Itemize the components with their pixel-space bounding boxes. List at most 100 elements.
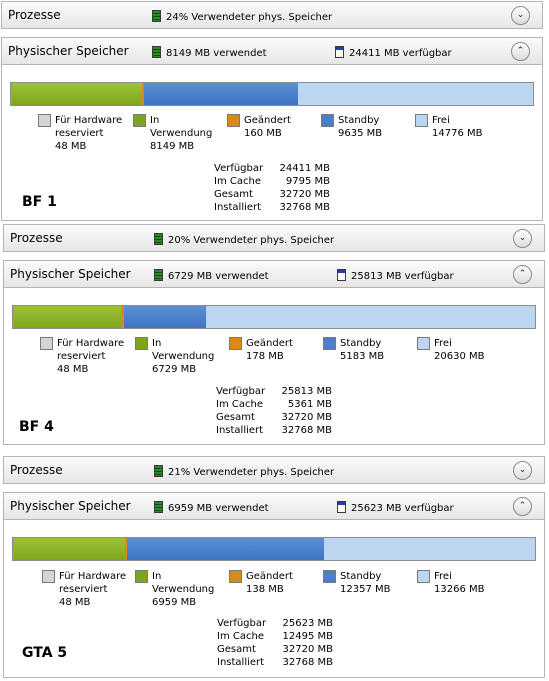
stat-total: Gesamt 32720 MB bbox=[216, 411, 332, 424]
processes-title: Prozesse bbox=[10, 463, 63, 477]
memory-used-icon bbox=[154, 269, 163, 281]
game-label: BF 4 bbox=[19, 419, 54, 435]
memory-usage-bar bbox=[10, 82, 534, 106]
stat-value: 25623 MB bbox=[282, 618, 333, 629]
legend-value-in-use: 8149 MB bbox=[150, 141, 195, 152]
memory-available: 25813 MB verfügbar bbox=[337, 269, 454, 282]
processes-summary: 24% Verwendeter phys. Speicher bbox=[152, 10, 332, 23]
legend-swatch-modified bbox=[227, 114, 240, 127]
memory-used-icon bbox=[154, 465, 163, 477]
memory-panel: Für Hardware reserviert 48 MB In Verwend… bbox=[1, 65, 543, 221]
legend-swatch-in-use bbox=[135, 570, 148, 583]
stat-installed: Installiert 32768 MB bbox=[217, 656, 333, 669]
legend-label-reserved: Für Hardware reserviert bbox=[59, 571, 127, 595]
legend-label-modified: Geändert bbox=[246, 571, 293, 582]
memory-used: 8149 MB verwendet bbox=[152, 46, 267, 59]
legend-swatch-free bbox=[415, 114, 428, 127]
legend-label-standby: Standby bbox=[340, 338, 382, 349]
legend-label-modified: Geändert bbox=[244, 115, 291, 126]
memory-stats: Verfügbar 25813 MB Im Cache 5361 MB Gesamt… bbox=[216, 385, 332, 437]
memory-stats: Verfügbar 24411 MB Im Cache 9795 MB Gesamt… bbox=[214, 162, 330, 214]
memory-available-text: 25813 MB verfügbar bbox=[351, 271, 454, 282]
memory-header[interactable]: Physischer Speicher 6959 MB verwendet 25… bbox=[3, 492, 545, 520]
legend-value-free: 14776 MB bbox=[432, 128, 483, 139]
legend-label-in-use: In Verwendung bbox=[152, 338, 215, 362]
memory-available-text: 24411 MB verfügbar bbox=[349, 48, 452, 59]
stat-key: Installiert bbox=[216, 425, 264, 436]
memory-header[interactable]: Physischer Speicher 6729 MB verwendet 25… bbox=[3, 260, 545, 288]
chevron-down-icon[interactable]: ⌄ bbox=[513, 461, 532, 480]
legend-swatch-modified bbox=[229, 570, 242, 583]
stat-key: Im Cache bbox=[216, 399, 263, 410]
legend-value-modified: 178 MB bbox=[246, 351, 284, 362]
chevron-up-icon[interactable]: ⌃ bbox=[513, 497, 532, 516]
chevron-down-icon[interactable]: ⌄ bbox=[511, 6, 530, 25]
stat-key: Verfügbar bbox=[217, 618, 267, 629]
bar-segment-standby bbox=[123, 306, 207, 328]
legend-value-modified: 160 MB bbox=[244, 128, 282, 139]
stat-key: Verfügbar bbox=[216, 386, 266, 397]
memory-available-icon bbox=[335, 46, 344, 58]
memory-available: 24411 MB verfügbar bbox=[335, 46, 452, 59]
legend-label-in-use: In Verwendung bbox=[152, 571, 215, 595]
processes-header[interactable]: Prozesse 20% Verwendeter phys. Speicher … bbox=[3, 224, 545, 252]
legend-value-standby: 9635 MB bbox=[338, 128, 383, 139]
legend-swatch-standby bbox=[323, 337, 336, 350]
memory-used-text: 6959 MB verwendet bbox=[168, 503, 269, 514]
legend-swatch-free bbox=[417, 337, 430, 350]
memory-used-icon bbox=[154, 501, 163, 513]
bar-segment-standby bbox=[144, 83, 298, 105]
memory-used: 6959 MB verwendet bbox=[154, 501, 269, 514]
chevron-up-icon[interactable]: ⌃ bbox=[511, 42, 530, 61]
processes-summary-text: 24% Verwendeter phys. Speicher bbox=[166, 12, 333, 23]
processes-header[interactable]: Prozesse 24% Verwendeter phys. Speicher … bbox=[1, 1, 543, 29]
stat-cached: Im Cache 9795 MB bbox=[214, 175, 330, 188]
memory-panel: Für Hardware reserviert 48 MB In Verwend… bbox=[3, 288, 545, 445]
stat-cached: Im Cache 5361 MB bbox=[216, 398, 332, 411]
stat-key: Verfügbar bbox=[214, 163, 264, 174]
legend-label-in-use: In Verwendung bbox=[150, 115, 213, 139]
legend-value-free: 20630 MB bbox=[434, 351, 485, 362]
memory-title: Physischer Speicher bbox=[8, 44, 129, 58]
chevron-down-icon[interactable]: ⌄ bbox=[513, 229, 532, 248]
stat-value: 32768 MB bbox=[281, 425, 332, 436]
memory-used-icon bbox=[152, 46, 161, 58]
legend-value-free: 13266 MB bbox=[434, 584, 485, 595]
legend-swatch-free bbox=[417, 570, 430, 583]
legend-value-reserved: 48 MB bbox=[59, 597, 91, 608]
stat-total: Gesamt 32720 MB bbox=[214, 188, 330, 201]
memory-usage-bar bbox=[12, 537, 536, 561]
stat-cached: Im Cache 12495 MB bbox=[217, 630, 333, 643]
memory-title: Physischer Speicher bbox=[10, 499, 131, 513]
legend-value-standby: 12357 MB bbox=[340, 584, 391, 595]
memory-usage-bar bbox=[12, 305, 536, 329]
stat-value: 32720 MB bbox=[282, 644, 333, 655]
processes-title: Prozesse bbox=[8, 8, 61, 22]
legend-swatch-reserved bbox=[40, 337, 53, 350]
chevron-up-icon[interactable]: ⌃ bbox=[513, 265, 532, 284]
memory-available-icon bbox=[337, 501, 346, 513]
bar-segment-in-use bbox=[11, 83, 142, 105]
legend-label-free: Frei bbox=[434, 571, 452, 582]
memory-used-text: 8149 MB verwendet bbox=[166, 48, 267, 59]
legend-value-in-use: 6729 MB bbox=[152, 364, 197, 375]
processes-header[interactable]: Prozesse 21% Verwendeter phys. Speicher … bbox=[3, 456, 545, 484]
legend-label-standby: Standby bbox=[338, 115, 380, 126]
stat-installed: Installiert 32768 MB bbox=[216, 424, 332, 437]
memory-title: Physischer Speicher bbox=[10, 267, 131, 281]
legend-value-reserved: 48 MB bbox=[55, 141, 87, 152]
stat-key: Installiert bbox=[214, 202, 262, 213]
memory-header[interactable]: Physischer Speicher 8149 MB verwendet 24… bbox=[1, 37, 543, 65]
processes-title: Prozesse bbox=[10, 231, 63, 245]
stat-available: Verfügbar 25623 MB bbox=[217, 617, 333, 630]
memory-available-text: 25623 MB verfügbar bbox=[351, 503, 454, 514]
game-label: GTA 5 bbox=[22, 645, 68, 661]
stat-key: Gesamt bbox=[217, 644, 256, 655]
processes-summary: 20% Verwendeter phys. Speicher bbox=[154, 233, 334, 246]
legend-label-standby: Standby bbox=[340, 571, 382, 582]
stat-available: Verfügbar 24411 MB bbox=[214, 162, 330, 175]
legend-label-reserved: Für Hardware reserviert bbox=[55, 115, 123, 139]
legend-swatch-standby bbox=[321, 114, 334, 127]
stat-value: 9795 MB bbox=[285, 176, 330, 187]
stat-key: Gesamt bbox=[214, 189, 253, 200]
